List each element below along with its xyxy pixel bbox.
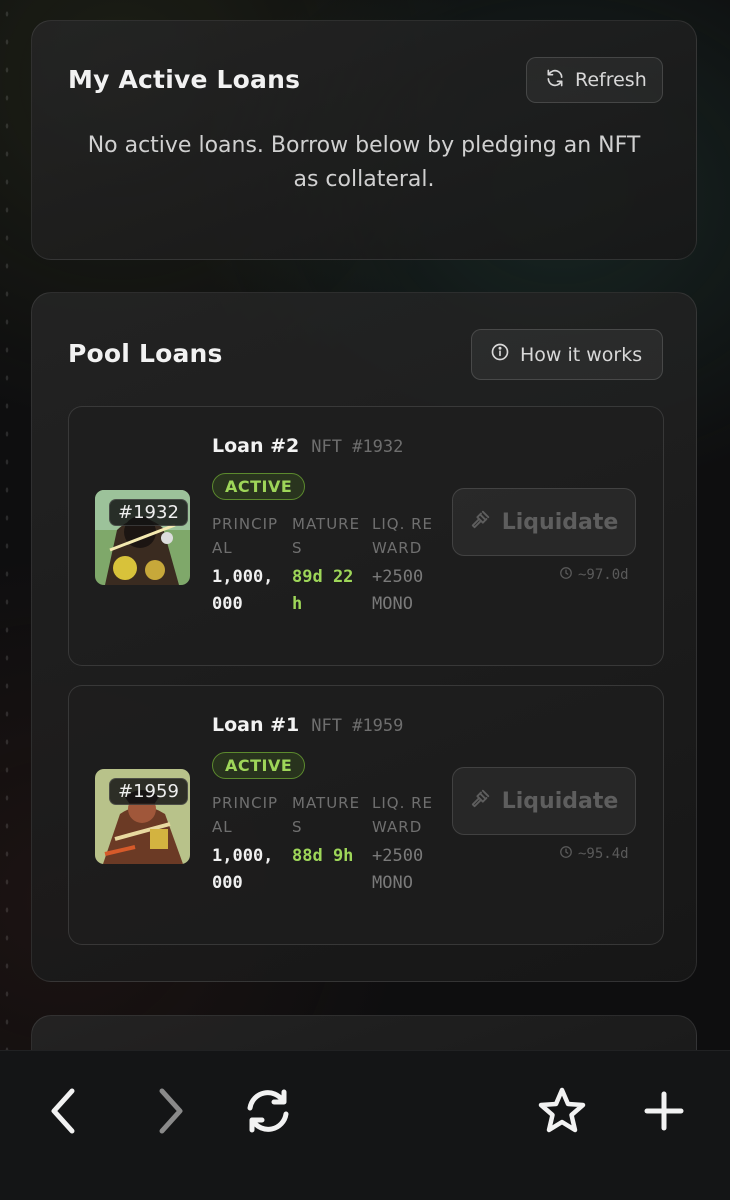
new-tab-plus-icon bbox=[644, 1091, 684, 1131]
pool-loans-title: Pool Loans bbox=[68, 339, 223, 368]
liquidate-button[interactable]: Liquidate bbox=[452, 767, 636, 835]
clock-icon bbox=[559, 845, 573, 863]
refresh-icon bbox=[247, 1089, 289, 1133]
nft-id-tag: #1932 bbox=[109, 499, 188, 526]
back-icon bbox=[51, 1088, 75, 1134]
reward-column: LIQ. REWARD +2500 MONO bbox=[372, 791, 442, 897]
loan-name: Loan #2 bbox=[212, 435, 300, 457]
how-it-works-label: How it works bbox=[520, 343, 643, 366]
empty-loans-message: No active loans. Borrow below by pledgin… bbox=[87, 133, 641, 192]
bookmark-button[interactable] bbox=[532, 1081, 592, 1141]
reward-value: +2500 MONO bbox=[372, 846, 424, 893]
liquidation-eta: ~97.0d bbox=[559, 566, 629, 584]
eta-value: ~97.0d bbox=[578, 567, 629, 583]
matures-label: MATURES bbox=[292, 515, 361, 557]
matures-column: MATURES 89d 22h bbox=[292, 512, 362, 618]
liquidation-eta: ~95.4d bbox=[559, 845, 629, 863]
principal-label: PRINCIPAL bbox=[212, 794, 279, 836]
loan-nft-id: NFT #1932 bbox=[311, 437, 404, 457]
nft-id-tag: #1959 bbox=[109, 778, 188, 805]
gavel-icon bbox=[470, 508, 492, 536]
how-it-works-button[interactable]: How it works bbox=[471, 329, 663, 380]
principal-label: PRINCIPAL bbox=[212, 515, 279, 557]
principal-column: PRINCIPAL 1,000,000 bbox=[212, 791, 282, 897]
back-button[interactable] bbox=[34, 1081, 94, 1141]
loan-card: #1932 Loan #2 NFT #1932 ACTIVE PRINCIPAL… bbox=[68, 406, 664, 666]
matures-value: 88d 9h bbox=[292, 846, 354, 866]
principal-value: 1,000,000 bbox=[212, 846, 274, 893]
status-badge: ACTIVE bbox=[212, 752, 306, 779]
reward-column: LIQ. REWARD +2500 MONO bbox=[372, 512, 442, 618]
info-icon bbox=[490, 342, 510, 367]
matures-label: MATURES bbox=[292, 794, 361, 836]
liquidate-button[interactable]: Liquidate bbox=[452, 488, 636, 556]
eta-value: ~95.4d bbox=[578, 846, 629, 862]
nft-thumbnail: #1932 bbox=[95, 490, 190, 585]
refresh-button[interactable]: Refresh bbox=[526, 57, 663, 103]
bookmark-star-icon bbox=[538, 1087, 586, 1133]
status-badge: ACTIVE bbox=[212, 473, 306, 500]
reward-label: LIQ. REWARD bbox=[372, 794, 434, 836]
reload-button[interactable] bbox=[238, 1081, 298, 1141]
my-active-loans-title: My Active Loans bbox=[68, 65, 301, 94]
my-active-loans-card: My Active Loans Refresh No active loans.… bbox=[31, 20, 697, 260]
loan-name: Loan #1 bbox=[212, 714, 300, 736]
liquidate-label: Liquidate bbox=[501, 509, 619, 535]
forward-icon bbox=[159, 1088, 183, 1134]
refresh-label: Refresh bbox=[575, 69, 647, 91]
matures-column: MATURES 88d 9h bbox=[292, 791, 362, 870]
background-dot-pattern bbox=[0, 0, 14, 1050]
nft-thumbnail: #1959 bbox=[95, 769, 190, 864]
new-tab-button[interactable] bbox=[634, 1081, 694, 1141]
gavel-icon bbox=[470, 787, 492, 815]
principal-column: PRINCIPAL 1,000,000 bbox=[212, 512, 282, 618]
matures-value: 89d 22h bbox=[292, 567, 354, 614]
clock-icon bbox=[559, 566, 573, 584]
liquidate-label: Liquidate bbox=[501, 788, 619, 814]
loan-card: #1959 Loan #1 NFT #1959 ACTIVE PRINCIPAL… bbox=[68, 685, 664, 945]
reward-label: LIQ. REWARD bbox=[372, 515, 434, 557]
forward-button[interactable] bbox=[140, 1081, 200, 1141]
loan-nft-id: NFT #1959 bbox=[311, 716, 404, 736]
principal-value: 1,000,000 bbox=[212, 567, 274, 614]
reward-value: +2500 MONO bbox=[372, 567, 424, 614]
browser-toolbar bbox=[0, 1050, 730, 1200]
refresh-icon bbox=[545, 68, 565, 93]
pool-loans-card: Pool Loans How it works #1932 Loan #2 NF… bbox=[31, 292, 697, 982]
